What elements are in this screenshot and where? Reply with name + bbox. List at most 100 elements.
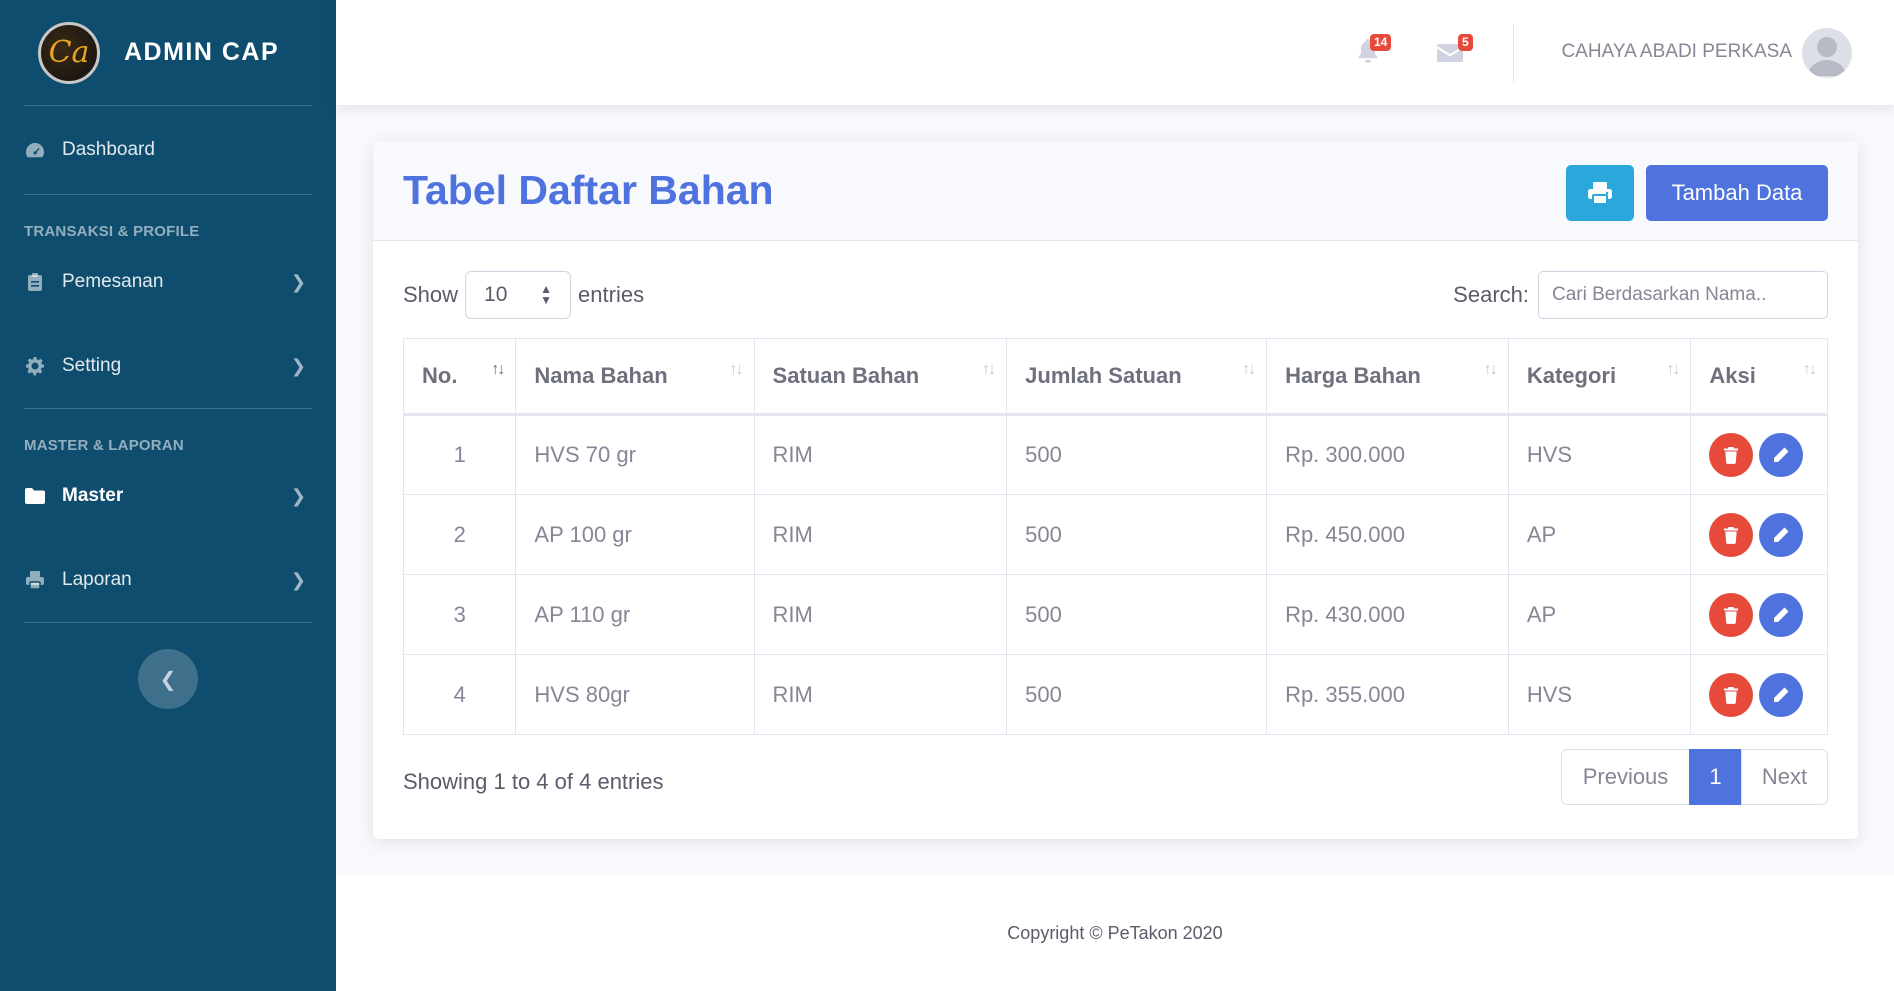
chevron-right-icon: ❯ — [290, 485, 306, 506]
cell-kategori: AP — [1507, 494, 1692, 575]
pencil-icon — [1774, 607, 1789, 622]
cell-nama: HVS 80gr — [515, 654, 755, 735]
column-header-aksi[interactable]: Aksi ↑↓ — [1690, 338, 1828, 416]
column-header-harga[interactable]: Harga Bahan ↑↓ — [1266, 338, 1509, 416]
cell-harga: Rp. 430.000 — [1266, 574, 1509, 655]
messages-dropdown[interactable]: 5 — [1436, 34, 1473, 66]
sidebar-item-laporan[interactable]: Laporan ❯ — [0, 538, 336, 622]
column-header-kategori[interactable]: Kategori ↑↓ — [1507, 338, 1692, 416]
cell-no: 1 — [402, 414, 517, 495]
page-1-button[interactable]: 1 — [1689, 749, 1742, 805]
cell-kategori: HVS — [1507, 654, 1692, 735]
pencil-icon — [1774, 687, 1789, 702]
trash-icon — [1724, 686, 1739, 704]
trash-icon — [1724, 526, 1739, 544]
cell-harga: Rp. 300.000 — [1266, 414, 1509, 495]
cell-satuan: RIM — [753, 654, 1008, 735]
sort-icon: ↑↓ — [1483, 361, 1498, 378]
column-label: Nama Bahan — [534, 363, 668, 388]
messages-badge: 5 — [1458, 34, 1473, 51]
table-info: Showing 1 to 4 of 4 entries — [403, 769, 664, 794]
column-header-no[interactable]: No. ↑↓ — [402, 338, 517, 416]
delete-button[interactable] — [1709, 512, 1754, 557]
table-header-row: No. ↑↓ Nama Bahan ↑↓ Satuan Bahan ↑↓ Jumlah… — [402, 338, 1828, 416]
page-length-select[interactable]: 10 ▲ ▼ — [465, 271, 572, 319]
sidebar-item-label: Master — [62, 485, 124, 506]
delete-button[interactable] — [1709, 433, 1754, 477]
delete-button[interactable] — [1709, 592, 1754, 637]
sidebar-item-label: Setting — [62, 355, 122, 376]
cell-nama: AP 110 gr — [515, 574, 755, 655]
sidebar-item-dashboard[interactable]: Dashboard — [0, 106, 336, 194]
show-label: Show — [403, 282, 459, 307]
cell-jumlah: 500 — [1006, 414, 1268, 495]
sort-asc-icon: ↑↓ — [491, 361, 505, 378]
sort-icon: ↑↓ — [1666, 361, 1680, 378]
sidebar-item-setting[interactable]: Setting ❯ — [0, 324, 336, 408]
select-caret-icon: ▲ ▼ — [540, 282, 553, 307]
table-search: Search: — [1453, 271, 1828, 319]
edit-button[interactable] — [1759, 672, 1804, 717]
trash-icon — [1724, 447, 1739, 464]
cell-satuan: RIM — [753, 494, 1008, 575]
alerts-dropdown[interactable]: 14 — [1356, 34, 1392, 66]
card-header: Tabel Daftar Bahan Tambah Data — [373, 141, 1858, 241]
sidebar-item-master[interactable]: Master ❯ — [0, 454, 336, 538]
brand[interactable]: Ca ADMIN CAP — [0, 0, 336, 105]
copyright-text: Copyright © PeTakon 2020 — [1007, 922, 1223, 943]
sort-icon: ↑↓ — [1242, 361, 1256, 378]
user-avatar-icon — [1808, 37, 1846, 76]
cell-aksi — [1690, 654, 1828, 735]
cell-kategori: AP — [1507, 574, 1692, 655]
chevron-right-icon: ❯ — [290, 355, 306, 376]
sort-icon: ↑↓ — [1803, 361, 1817, 378]
search-input[interactable] — [1538, 271, 1828, 319]
sidebar-item-label: Dashboard — [62, 139, 155, 160]
pencil-icon — [1774, 447, 1789, 462]
print-icon — [24, 569, 46, 591]
cell-no: 3 — [402, 574, 517, 655]
cell-satuan: RIM — [753, 574, 1008, 655]
table-row: 3 AP 110 gr RIM 500 Rp. 430.000 AP — [402, 574, 1828, 655]
cell-aksi — [1690, 494, 1828, 575]
sidebar-heading: MASTER & LAPORAN — [24, 437, 184, 454]
edit-button[interactable] — [1759, 592, 1804, 637]
clipboard-icon — [24, 271, 46, 293]
chevron-left-icon: ❮ — [159, 668, 177, 691]
sidebar-item-pemesanan[interactable]: Pemesanan ❯ — [0, 240, 336, 324]
delete-button[interactable] — [1709, 672, 1754, 717]
entries-length: Show 10 ▲ ▼ entries — [403, 271, 644, 319]
cell-no: 4 — [402, 654, 517, 735]
column-label: Kategori — [1526, 363, 1617, 388]
column-header-jumlah[interactable]: Jumlah Satuan ↑↓ — [1006, 338, 1268, 416]
print-button[interactable] — [1566, 165, 1634, 221]
tachometer-icon — [24, 139, 46, 161]
column-header-satuan[interactable]: Satuan Bahan ↑↓ — [753, 338, 1008, 416]
user-name[interactable]: CAHAYA ABADI PERKASA — [1561, 41, 1792, 63]
cell-jumlah: 500 — [1006, 494, 1268, 575]
edit-button[interactable] — [1759, 512, 1804, 557]
folder-icon — [24, 485, 46, 507]
add-data-button[interactable]: Tambah Data — [1646, 165, 1828, 221]
cell-nama: AP 100 gr — [515, 494, 755, 575]
cell-aksi — [1690, 574, 1828, 655]
cell-jumlah: 500 — [1006, 574, 1268, 655]
topbar: 14 5 CAHAYA ABADI PERKASA — [336, 0, 1894, 105]
brand-name: ADMIN CAP — [124, 38, 280, 66]
edit-button[interactable] — [1759, 433, 1804, 477]
previous-page-button[interactable]: Previous — [1561, 749, 1690, 805]
column-header-nama[interactable]: Nama Bahan ↑↓ — [515, 338, 755, 416]
avatar[interactable] — [1802, 28, 1852, 78]
page-length-value: 10 — [484, 283, 508, 306]
next-page-button[interactable]: Next — [1741, 749, 1828, 805]
table-row: 2 AP 100 gr RIM 500 Rp. 450.000 AP — [402, 494, 1828, 575]
cell-nama: HVS 70 gr — [515, 414, 755, 495]
sidebar: Ca ADMIN CAP Dashboard TRANSAKSI & PROFI… — [0, 0, 336, 991]
alerts-badge: 14 — [1370, 34, 1392, 51]
cell-jumlah: 500 — [1006, 654, 1268, 735]
cell-harga: Rp. 355.000 — [1266, 654, 1509, 735]
sidebar-heading: TRANSAKSI & PROFILE — [24, 223, 200, 240]
chevron-right-icon: ❯ — [290, 569, 306, 590]
chevron-right-icon: ❯ — [290, 271, 306, 292]
sidebar-toggle-button[interactable]: ❮ — [138, 649, 198, 709]
